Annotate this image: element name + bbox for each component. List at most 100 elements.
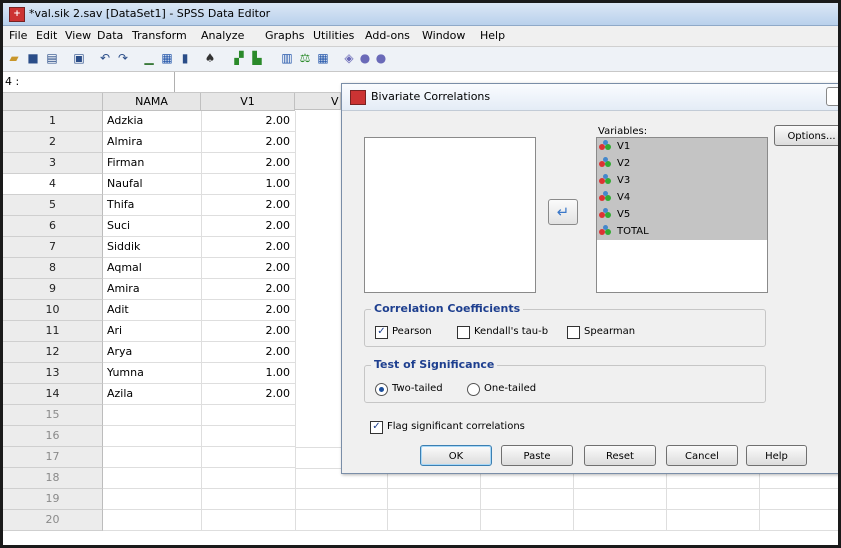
spearman-checkbox[interactable] <box>567 326 580 339</box>
two-tailed-radio[interactable] <box>375 383 388 396</box>
move-variable-arrow-button[interactable]: ↵ <box>548 199 578 225</box>
menu-utilities[interactable]: Utilities <box>313 29 354 42</box>
row-header-empty[interactable]: 17 <box>3 447 103 468</box>
flag-significant-checkbox[interactable]: ✓ <box>370 421 383 434</box>
row-header[interactable]: 6 <box>3 216 103 237</box>
menu-add-ons[interactable]: Add-ons <box>365 29 410 42</box>
print-icon[interactable]: ▤ <box>44 51 60 66</box>
variable-item[interactable]: V3 <box>599 172 630 189</box>
row-header-empty[interactable]: 15 <box>3 405 103 426</box>
row-header[interactable]: 3 <box>3 153 103 174</box>
row-header-empty[interactable]: 20 <box>3 510 103 531</box>
row-header-empty[interactable]: 19 <box>3 489 103 510</box>
row-header[interactable]: 10 <box>3 300 103 321</box>
dialog-window-control[interactable] <box>826 87 838 106</box>
row-header[interactable]: 11 <box>3 321 103 342</box>
cell-v1[interactable]: 2.00 <box>201 237 296 258</box>
reset-button[interactable]: Reset <box>584 445 656 466</box>
cell-v1[interactable]: 2.00 <box>201 384 296 405</box>
select-cases-icon[interactable]: ▦ <box>315 51 331 66</box>
row-header[interactable]: 13 <box>3 363 103 384</box>
show-all-variables-icon[interactable]: ● <box>373 51 389 66</box>
cell-v1[interactable]: 2.00 <box>201 258 296 279</box>
menu-analyze[interactable]: Analyze <box>201 29 244 42</box>
value-labels-icon[interactable]: ◈ <box>341 51 357 66</box>
variable-item[interactable]: TOTAL <box>599 223 649 240</box>
pearson-checkbox[interactable]: ✓ <box>375 326 388 339</box>
source-variable-list[interactable] <box>364 137 536 293</box>
paste-button[interactable]: Paste <box>501 445 573 466</box>
split-file-icon[interactable]: ▥ <box>279 51 295 66</box>
variable-item[interactable]: V2 <box>599 155 630 172</box>
one-tailed-radio[interactable] <box>467 383 480 396</box>
cell-v1[interactable]: 2.00 <box>201 111 296 132</box>
row-header[interactable]: 2 <box>3 132 103 153</box>
cell-nama[interactable]: Almira <box>103 132 202 153</box>
cell-nama[interactable]: Firman <box>103 153 202 174</box>
row-header[interactable]: 1 <box>3 111 103 132</box>
variables-icon[interactable]: ▮ <box>177 51 193 66</box>
weight-cases-icon[interactable]: ⚖ <box>297 51 313 66</box>
menu-edit[interactable]: Edit <box>36 29 57 42</box>
variable-item[interactable]: V4 <box>599 189 630 206</box>
menu-help[interactable]: Help <box>480 29 505 42</box>
row-header[interactable]: 5 <box>3 195 103 216</box>
cell-v1[interactable]: 2.00 <box>201 342 296 363</box>
options-button[interactable]: Options... <box>774 125 838 146</box>
row-header[interactable]: 9 <box>3 279 103 300</box>
pearson-label[interactable]: Pearson <box>392 326 432 337</box>
help-button[interactable]: Help <box>746 445 807 466</box>
dialog-recall-icon[interactable]: ▣ <box>71 51 87 66</box>
cell-nama[interactable]: Adzkia <box>103 111 202 132</box>
insert-variable-icon[interactable]: ▙ <box>249 51 265 66</box>
variable-item[interactable]: V5 <box>599 206 630 223</box>
goto-case-icon[interactable]: ▁ <box>141 51 157 66</box>
cell-nama[interactable]: Thifa <box>103 195 202 216</box>
menu-view[interactable]: View <box>65 29 91 42</box>
column-header-v2[interactable]: V <box>295 93 341 110</box>
kendall-label[interactable]: Kendall's tau-b <box>474 326 548 337</box>
redo-icon[interactable]: ↷ <box>115 51 131 66</box>
spearman-label[interactable]: Spearman <box>584 326 635 337</box>
cell-nama[interactable]: Yumna <box>103 363 202 384</box>
insert-cases-icon[interactable]: ▞ <box>231 51 247 66</box>
menu-window[interactable]: Window <box>422 29 465 42</box>
use-sets-icon[interactable]: ● <box>357 51 373 66</box>
row-header-empty[interactable]: 18 <box>3 468 103 489</box>
cell-v1[interactable]: 2.00 <box>201 195 296 216</box>
kendall-checkbox[interactable] <box>457 326 470 339</box>
cell-v1[interactable]: 2.00 <box>201 216 296 237</box>
menu-file[interactable]: File <box>9 29 27 42</box>
cell-v1[interactable]: 2.00 <box>201 300 296 321</box>
menu-transform[interactable]: Transform <box>132 29 187 42</box>
row-header[interactable]: 14 <box>3 384 103 405</box>
menu-data[interactable]: Data <box>97 29 123 42</box>
cell-v1[interactable]: 2.00 <box>201 132 296 153</box>
flag-significant-label[interactable]: Flag significant correlations <box>387 421 525 432</box>
cell-v1[interactable]: 1.00 <box>201 363 296 384</box>
cell-nama[interactable]: Adit <box>103 300 202 321</box>
cell-nama[interactable]: Ari <box>103 321 202 342</box>
cell-v1[interactable]: 1.00 <box>201 174 296 195</box>
cell-nama[interactable]: Naufal <box>103 174 202 195</box>
cell-v1[interactable]: 2.00 <box>201 279 296 300</box>
cell-v1[interactable]: 2.00 <box>201 321 296 342</box>
column-header-v1[interactable]: V1 <box>201 93 295 111</box>
column-header-nama[interactable]: NAMA <box>103 93 201 111</box>
undo-icon[interactable]: ↶ <box>97 51 113 66</box>
variable-item[interactable]: V1 <box>599 138 630 155</box>
cell-nama[interactable]: Siddik <box>103 237 202 258</box>
open-folder-icon[interactable]: ▰ <box>6 51 22 66</box>
cell-nama[interactable]: Arya <box>103 342 202 363</box>
row-header[interactable]: 8 <box>3 258 103 279</box>
one-tailed-label[interactable]: One-tailed <box>484 383 536 394</box>
cell-nama[interactable]: Aqmal <box>103 258 202 279</box>
find-icon[interactable]: ♠ <box>202 51 218 66</box>
variables-list[interactable]: V1 V2 V3 V4 V5 TOTAL <box>596 137 768 293</box>
save-icon[interactable]: ■ <box>25 51 41 66</box>
row-header[interactable]: 12 <box>3 342 103 363</box>
cell-nama[interactable]: Suci <box>103 216 202 237</box>
cell-nama[interactable]: Azila <box>103 384 202 405</box>
row-header-empty[interactable]: 16 <box>3 426 103 447</box>
menu-graphs[interactable]: Graphs <box>265 29 304 42</box>
